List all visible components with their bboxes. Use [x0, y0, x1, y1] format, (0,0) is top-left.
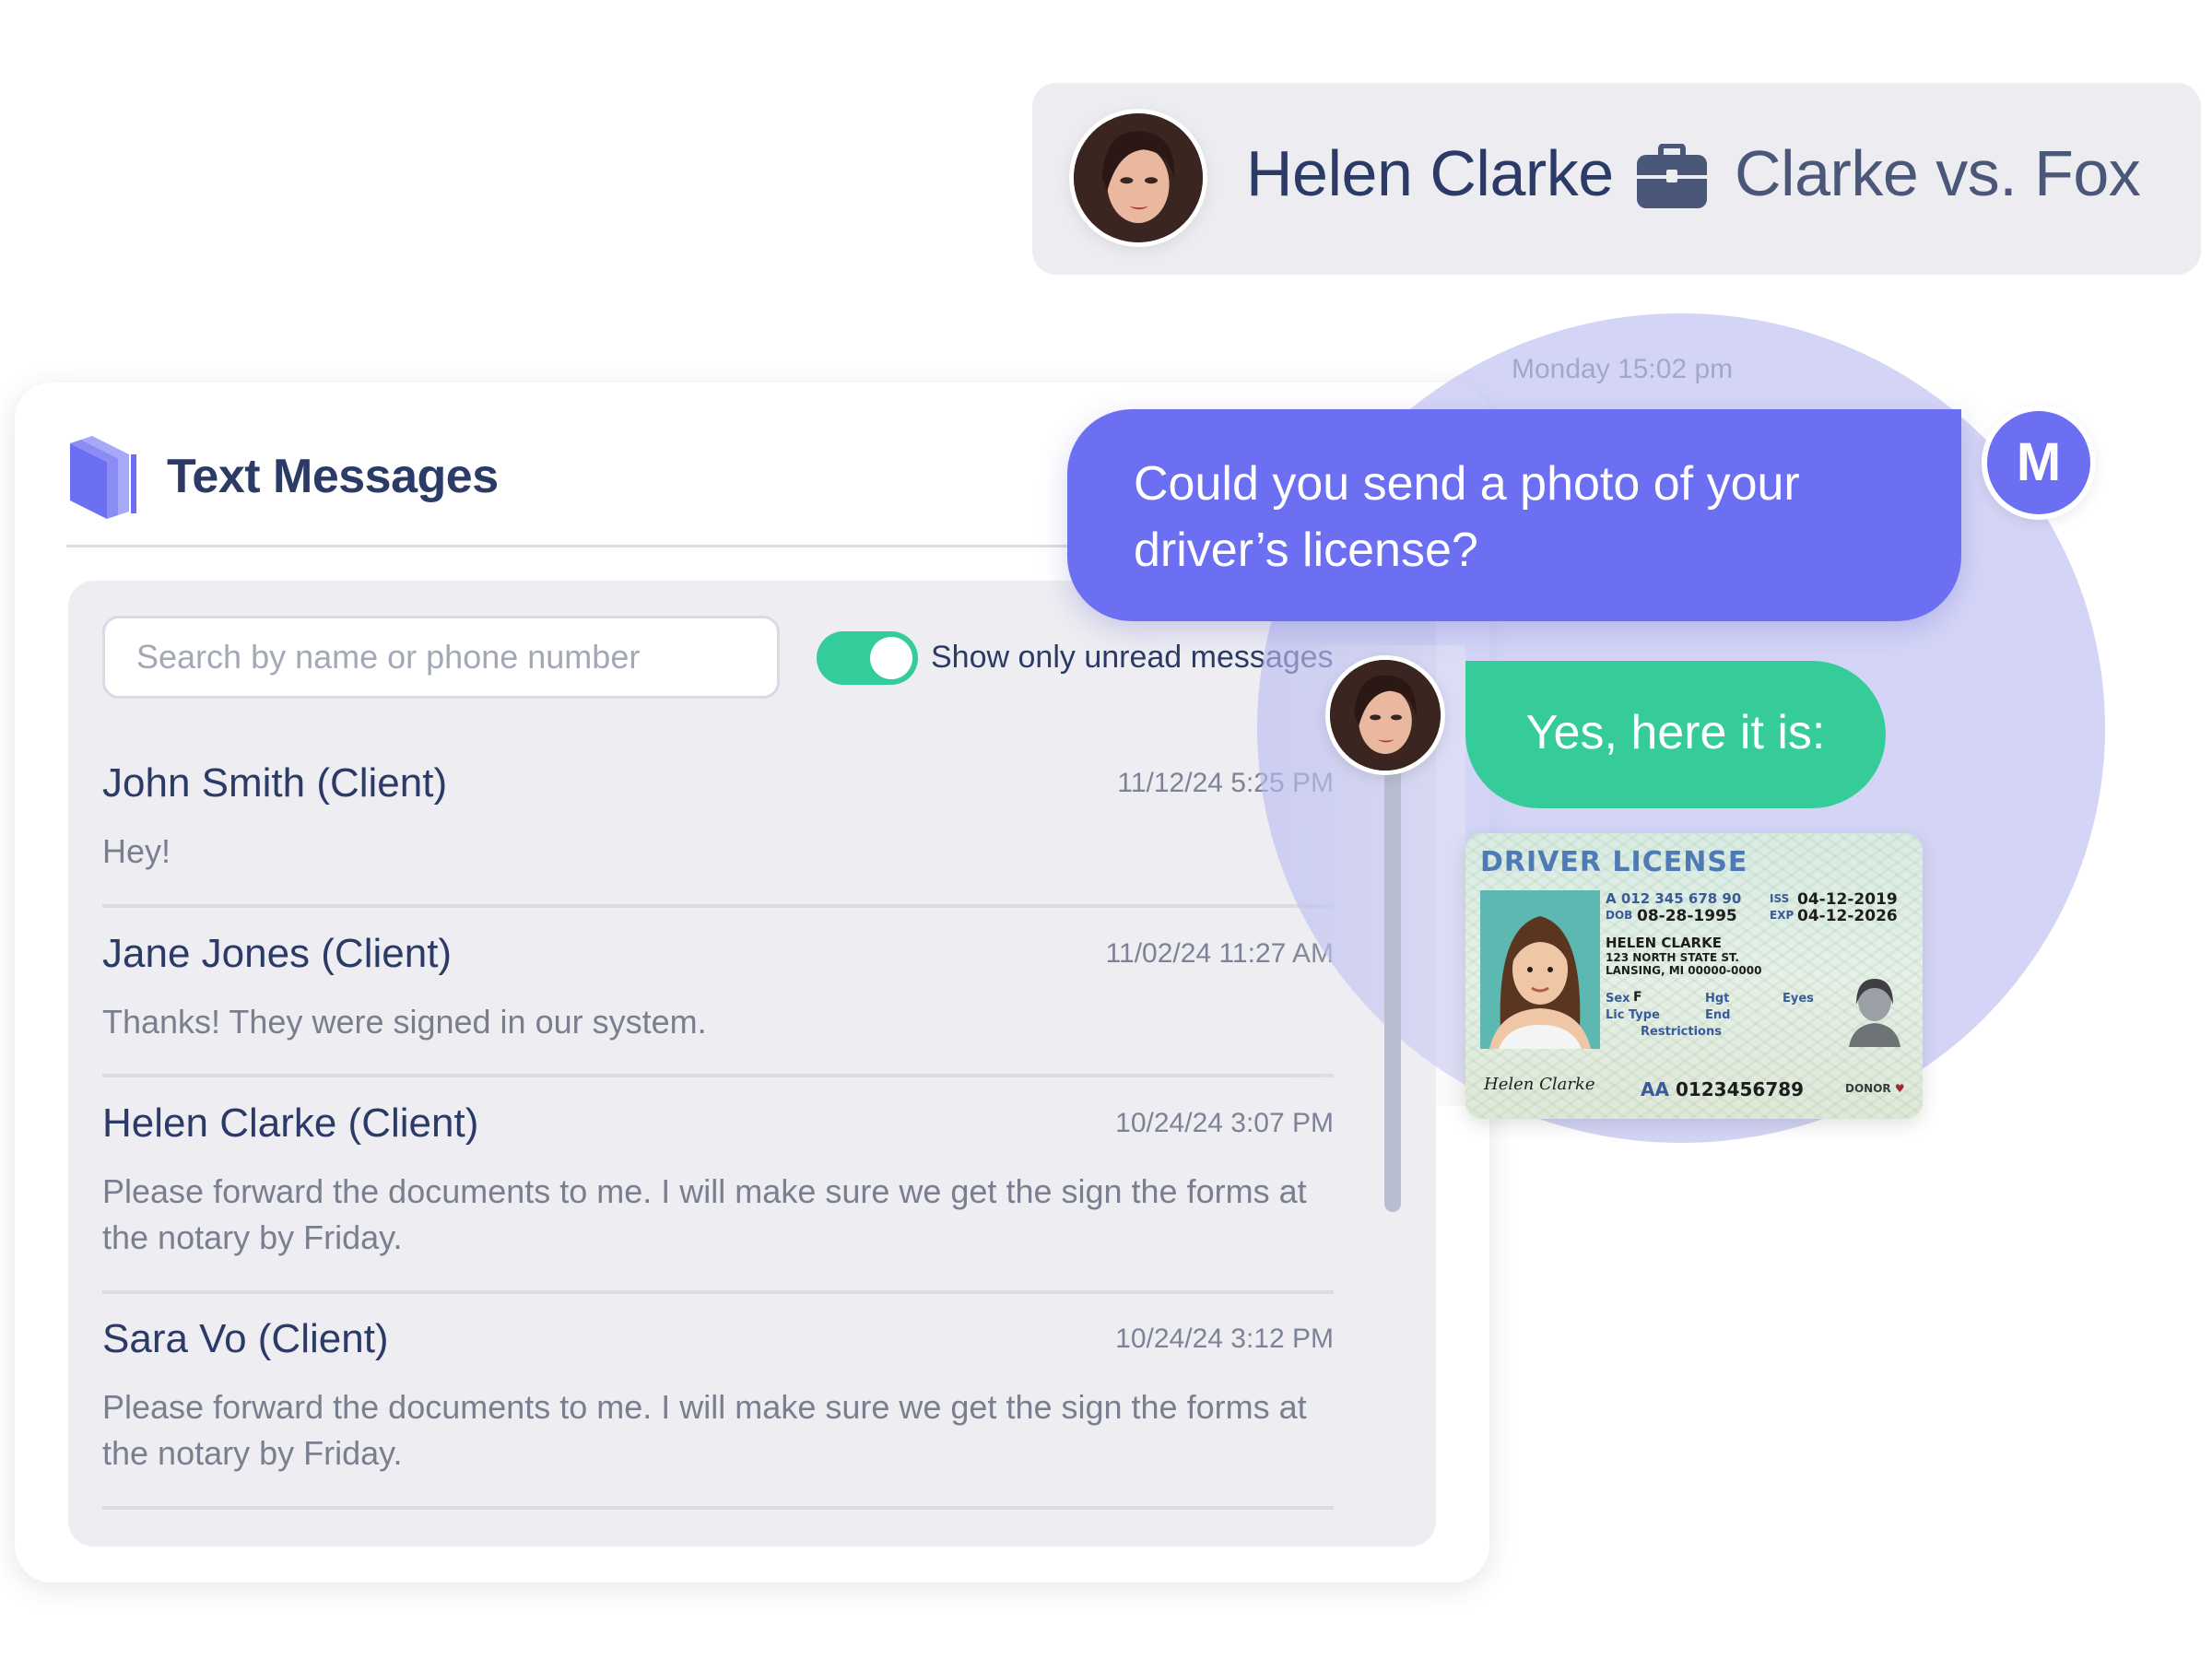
search-input[interactable] [102, 616, 780, 699]
conversation-panel: Show only unread messages John Smith (Cl… [68, 581, 1436, 1547]
license-ghost-photo [1849, 979, 1900, 1047]
license-photo [1480, 890, 1600, 1049]
row-divider [102, 1506, 1334, 1510]
license-number-value: 0123456789 [1675, 1078, 1805, 1100]
license-sex: F [1633, 990, 1642, 1005]
license-dob-label: DOB [1606, 909, 1633, 922]
avatar-photo [1330, 660, 1441, 771]
avatar-photo [1074, 113, 1203, 242]
license-donor-label: DONOR [1845, 1082, 1891, 1095]
license-lic-type-label: Lic Type [1606, 1008, 1660, 1022]
conversation-time: 10/24/24 3:12 PM [1115, 1324, 1334, 1354]
license-number-prefix: AA [1641, 1078, 1669, 1100]
license-image-attachment[interactable]: DRIVER LICENSE A 012 345 678 90 DOB 08-2… [1465, 833, 1923, 1119]
conversation-preview: Please forward the documents to me. I wi… [102, 1172, 1307, 1256]
card-title: Text Messages [167, 450, 499, 503]
conversation-name: Helen Clarke (Client) [102, 1100, 479, 1146]
license-iss-label: ISS [1770, 892, 1790, 905]
license-exp-label: EXP [1770, 909, 1794, 922]
license-sex-label: Sex [1606, 992, 1630, 1006]
incoming-message-bubble: Yes, here it is: [1465, 661, 1886, 808]
row-divider [102, 1290, 1334, 1294]
conversation-time: 10/24/24 3:07 PM [1115, 1108, 1334, 1138]
contact-header: Helen Clarke Clarke vs. Fox [1032, 83, 2201, 275]
license-iss: 04-12-2019 [1797, 890, 1898, 909]
conversation-preview: Thanks! They were signed in our system. [102, 1003, 707, 1041]
license-address-2: LANSING, MI 00000-0000 [1606, 964, 1762, 977]
briefcase-icon [1637, 144, 1707, 208]
license-exp: 04-12-2026 [1797, 907, 1898, 925]
heart-icon: ♥ [1894, 1082, 1905, 1095]
scrollbar-thumb[interactable] [1384, 714, 1401, 1212]
reply-avatar[interactable] [1325, 655, 1445, 775]
case-name[interactable]: Clarke vs. Fox [1735, 136, 2141, 210]
license-restrictions-label: Restrictions [1641, 1025, 1722, 1039]
conversation-name: Jane Jones (Client) [102, 931, 453, 976]
license-dob: 08-28-1995 [1637, 907, 1737, 925]
row-divider [102, 1074, 1334, 1077]
license-address-1: 123 NORTH STATE ST. [1606, 951, 1739, 964]
license-number: AA 0123456789 [1641, 1078, 1804, 1100]
contact-name: Helen Clarke [1246, 137, 1614, 209]
row-divider [102, 904, 1334, 908]
book-logo-icon [70, 436, 136, 519]
conversation-preview: Hey! [102, 832, 171, 870]
conversation-name: John Smith (Client) [102, 760, 448, 806]
toggle-knob [870, 637, 912, 679]
license-name: HELEN CLARKE [1606, 935, 1722, 951]
chat-timestamp: Monday 15:02 pm [1512, 354, 1734, 384]
incoming-message-text: Yes, here it is: [1525, 706, 1826, 759]
conversation-name: Sara Vo (Client) [102, 1316, 389, 1361]
license-eyes-label: Eyes [1783, 992, 1814, 1006]
license-end-label: End [1705, 1008, 1731, 1022]
license-title: DRIVER LICENSE [1480, 846, 1748, 878]
license-id-line: A 012 345 678 90 [1606, 890, 1742, 907]
contact-avatar[interactable] [1069, 109, 1207, 247]
conversation-preview: Please forward the documents to me. I wi… [102, 1388, 1307, 1472]
outgoing-message-bubble: Could you send a photo of your driver’s … [1067, 409, 1961, 621]
license-hgt-label: Hgt [1705, 992, 1730, 1006]
outgoing-message-text: Could you send a photo of your driver’s … [1134, 457, 1800, 577]
license-signature: Helen Clarke [1484, 1075, 1595, 1094]
license-donor: DONOR ♥ [1845, 1082, 1905, 1095]
sender-avatar[interactable]: M [1982, 406, 2096, 520]
sender-initial: M [1987, 411, 2090, 514]
unread-toggle[interactable] [817, 631, 918, 685]
